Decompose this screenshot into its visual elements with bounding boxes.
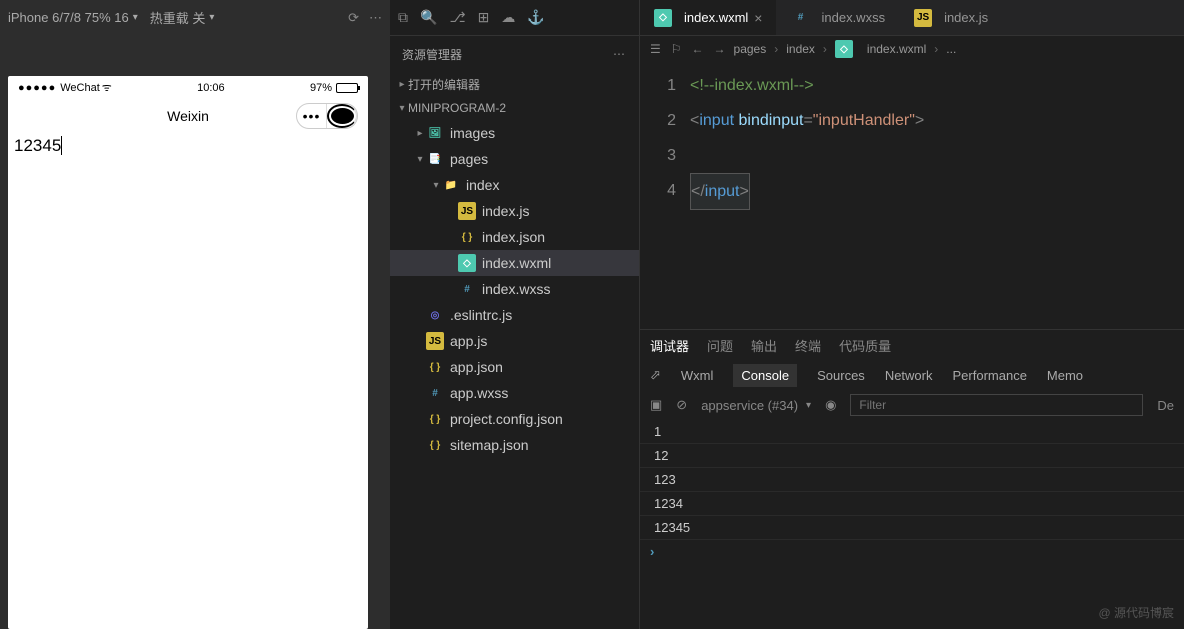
panel-tab-调试器[interactable]: 调试器 (650, 336, 689, 355)
bottom-panel: 调试器问题输出终端代码质量 ⬀ Wxml Console Sources Networ… (640, 329, 1184, 629)
editor-pane: ⧉ 🔍 ⎇ ⊞ ☁ ⚓ 资源管理器 ⋯ 打开的编辑器 MINIPROGRAM-2… (390, 0, 1184, 629)
devtools-tabs: ⬀ Wxml Console Sources Network Performance Me… (640, 360, 1184, 390)
inspect-icon[interactable]: ⬀ (650, 367, 661, 383)
context-selector[interactable]: appservice (#34) (701, 398, 811, 413)
tab-index.wxml[interactable]: ◇index.wxml× (640, 0, 777, 35)
tree-item-index.wxss[interactable]: #index.wxss (390, 276, 639, 302)
page-title: Weixin (167, 108, 209, 124)
list-icon[interactable]: ☰ (650, 42, 661, 56)
toggle-sidebar-icon[interactable]: ▣ (650, 397, 662, 413)
panel-tabs: 调试器问题输出终端代码质量 (640, 330, 1184, 360)
capsule-menu-icon[interactable]: ••• (297, 104, 327, 128)
files-icon[interactable]: ⧉ (398, 9, 408, 26)
device-selector[interactable]: iPhone 6/7/8 75% 16 (8, 10, 138, 25)
cloud-icon[interactable]: ☁ (501, 9, 515, 26)
nav-back-icon[interactable]: ← (692, 42, 704, 56)
tree-item-images[interactable]: 🖼images (390, 120, 639, 146)
code-lines[interactable]: <!--index.wxml--> <input bindinput="inpu… (690, 62, 1184, 329)
panel-tab-输出[interactable]: 输出 (751, 336, 777, 355)
devtools-tab-Sources[interactable]: Sources (817, 368, 865, 383)
explorer-header: 资源管理器 ⋯ (390, 36, 639, 72)
nav-fwd-icon[interactable]: → (714, 42, 726, 56)
simulator-pane: iPhone 6/7/8 75% 16 热重载 关 ⟳ ⋯ ●●●●● WeCh… (0, 0, 390, 629)
sim-status-bar: ●●●●● WeChat ᯤ 10:06 97% (8, 76, 368, 100)
wifi-icon: ᯤ (102, 80, 112, 95)
devtools-tab-Console[interactable]: Console (733, 364, 797, 387)
open-editors-section[interactable]: 打开的编辑器 (390, 72, 639, 96)
clear-console-icon[interactable]: ⊘ (676, 397, 687, 413)
eye-icon[interactable]: ◉ (825, 397, 836, 413)
levels-selector[interactable]: De (1157, 398, 1174, 413)
tree-item-app.json[interactable]: { }app.json (390, 354, 639, 380)
close-icon[interactable]: × (754, 10, 762, 26)
panel-tab-终端[interactable]: 终端 (795, 336, 821, 355)
console-output[interactable]: 112123123412345› (640, 420, 1184, 629)
console-line: 1 (640, 420, 1184, 444)
battery-indicator: 97% (310, 82, 358, 94)
docker-icon[interactable]: ⚓ (527, 9, 544, 26)
breadcrumb: ☰ ⚐ ← → pages› index› ◇ index.wxml› ... (640, 36, 1184, 62)
panel-tab-代码质量[interactable]: 代码质量 (839, 336, 891, 355)
editor-tabs: ◇index.wxml×#index.wxssJSindex.js (640, 0, 1184, 36)
tree-item-app.js[interactable]: JSapp.js (390, 328, 639, 354)
hot-reload-toggle[interactable]: 热重载 关 (150, 8, 215, 27)
sim-input-value[interactable]: 12345 (14, 136, 62, 155)
sim-content[interactable]: 12345 (8, 132, 368, 629)
console-line: 12 (640, 444, 1184, 468)
tab-index.wxss[interactable]: #index.wxss (777, 0, 900, 35)
line-gutter: 1 2 3 4 (640, 62, 690, 329)
devtools-tab-Wxml[interactable]: Wxml (681, 368, 714, 383)
console-filter-input[interactable] (850, 394, 1143, 416)
signal-icon: ●●●●● (18, 82, 56, 94)
refresh-icon[interactable]: ⟳ (348, 10, 359, 26)
tab-index.js[interactable]: JSindex.js (900, 0, 1003, 35)
bookmark-icon[interactable]: ⚐ (671, 42, 682, 56)
extensions-icon[interactable]: ⊞ (478, 9, 490, 26)
simulator-toolbar: iPhone 6/7/8 75% 16 热重载 关 ⟳ ⋯ (0, 0, 390, 36)
tree-item-.eslintrc.js[interactable]: ◎.eslintrc.js (390, 302, 639, 328)
tree-item-pages[interactable]: 📑pages (390, 146, 639, 172)
devtools-tab-Network[interactable]: Network (885, 368, 933, 383)
search-icon[interactable]: 🔍 (420, 9, 437, 26)
wxml-icon: ◇ (835, 40, 853, 58)
simulator-frame: ●●●●● WeChat ᯤ 10:06 97% Weixin ••• 1234… (8, 76, 368, 629)
breadcrumb-3[interactable]: ... (946, 42, 956, 56)
devtools-tab-Performance[interactable]: Performance (953, 368, 1027, 383)
explorer-sidebar: ⧉ 🔍 ⎇ ⊞ ☁ ⚓ 资源管理器 ⋯ 打开的编辑器 MINIPROGRAM-2… (390, 0, 640, 629)
sim-nav-bar: Weixin ••• (8, 100, 368, 132)
code-editor[interactable]: 1 2 3 4 <!--index.wxml--> <input bindinp… (640, 62, 1184, 329)
breadcrumb-2[interactable]: index.wxml (867, 42, 926, 56)
tree-item-index.json[interactable]: { }index.json (390, 224, 639, 250)
tree-item-app.wxss[interactable]: #app.wxss (390, 380, 639, 406)
console-prompt[interactable]: › (640, 540, 1184, 563)
carrier-label: WeChat (60, 82, 100, 94)
console-line: 12345 (640, 516, 1184, 540)
capsule-button[interactable]: ••• (296, 103, 358, 129)
devtools-tab-Memo[interactable]: Memo (1047, 368, 1083, 383)
console-line: 1234 (640, 492, 1184, 516)
tree-item-index.wxml[interactable]: ◇index.wxml (390, 250, 639, 276)
breadcrumb-1[interactable]: index (786, 42, 815, 56)
editor-main: ◇index.wxml×#index.wxssJSindex.js ☰ ⚐ ← … (640, 0, 1184, 629)
more-icon[interactable]: ⋯ (369, 10, 382, 26)
capsule-close-icon[interactable] (327, 104, 357, 128)
explorer-title: 资源管理器 (402, 46, 462, 63)
project-section[interactable]: MINIPROGRAM-2 (390, 96, 639, 120)
clock-label: 10:06 (112, 82, 310, 94)
tree-item-project.config.json[interactable]: { }project.config.json (390, 406, 639, 432)
sidebar-toolbar: ⧉ 🔍 ⎇ ⊞ ☁ ⚓ (390, 0, 639, 36)
explorer-menu-icon[interactable]: ⋯ (613, 47, 627, 61)
panel-tab-问题[interactable]: 问题 (707, 336, 733, 355)
tree-item-index.js[interactable]: JSindex.js (390, 198, 639, 224)
git-icon[interactable]: ⎇ (449, 9, 465, 26)
console-line: 123 (640, 468, 1184, 492)
watermark: @ 源代码博宸 (1098, 604, 1174, 621)
tree-item-index[interactable]: 📁index (390, 172, 639, 198)
tree-item-sitemap.json[interactable]: { }sitemap.json (390, 432, 639, 458)
file-tree: 打开的编辑器 MINIPROGRAM-2 🖼images📑pages📁index… (390, 72, 639, 458)
console-toolbar: ▣ ⊘ appservice (#34) ◉ De (640, 390, 1184, 420)
breadcrumb-0[interactable]: pages (734, 42, 767, 56)
